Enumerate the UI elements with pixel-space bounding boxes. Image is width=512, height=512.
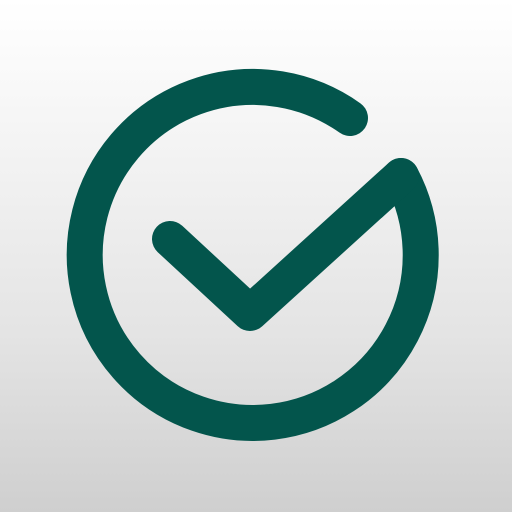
check-mark: [152, 158, 419, 331]
app-icon: [0, 0, 512, 512]
check-circle-icon: [66, 69, 439, 441]
circle-ring: [66, 69, 439, 441]
